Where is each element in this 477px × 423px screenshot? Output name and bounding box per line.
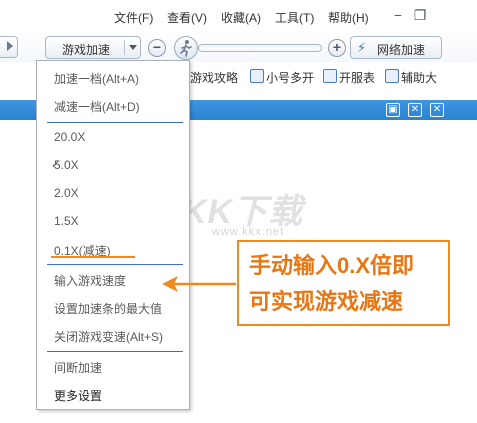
speed-mode-select[interactable]: 游戏加速 <box>45 36 141 59</box>
menu-item-disable-speed[interactable]: 关闭游戏变速(Alt+S) <box>54 328 163 345</box>
speed-slider-handle[interactable] <box>174 36 198 60</box>
menu-item-input-speed[interactable]: 输入游戏速度 <box>54 272 126 289</box>
helper-link[interactable]: 辅助大 <box>401 69 437 86</box>
menu-item-speed-5x[interactable]: ✓ 5.0X <box>51 158 79 172</box>
close-icon[interactable]: ✕ <box>408 103 422 117</box>
menu-item-more-settings[interactable]: 更多设置 <box>54 387 102 404</box>
menu-file[interactable]: 文件(F) <box>114 9 153 26</box>
game-guide-link[interactable]: 游戏攻略 <box>190 69 238 86</box>
speed-dropdown-menu: 加速一档(Alt+A) 减速一档(Alt+D) 20.0X ✓ 5.0X 2.0… <box>36 60 190 410</box>
menu-item-speed-2x[interactable]: 2.0X <box>54 186 79 200</box>
menu-tools[interactable]: 工具(T) <box>275 9 314 26</box>
annotation-line-2: 可实现游戏减速 <box>249 289 404 314</box>
menu-item-speed-up[interactable]: 加速一档(Alt+A) <box>54 70 139 87</box>
menu-item-speed-20x[interactable]: 20.0X <box>54 130 85 144</box>
menu-item-intermittent[interactable]: 间断加速 <box>54 359 102 376</box>
menu-divider <box>47 351 183 352</box>
speed-increase-button[interactable]: + <box>328 39 346 57</box>
watermark-url: www.kkx.net <box>212 226 285 238</box>
menu-view[interactable]: 查看(V) <box>167 9 207 26</box>
toolbar-left-button[interactable] <box>0 36 18 58</box>
helper-icon <box>385 69 399 83</box>
highlight-underline <box>51 256 135 258</box>
annotation-arrow-icon <box>162 276 236 292</box>
menu-item-slow-down[interactable]: 减速一档(Alt+D) <box>54 98 140 115</box>
annotation-callout: 手动输入0.X倍即 可实现游戏减速 <box>237 240 450 326</box>
menu-divider <box>47 122 183 123</box>
multi-account-link[interactable]: 小号多开 <box>266 69 314 86</box>
menu-item-set-max[interactable]: 设置加速条的最大值 <box>54 300 162 317</box>
lightning-icon: ⚡ <box>357 40 367 55</box>
toolbar: 游戏加速 − + ⚡ 网络加速 <box>0 32 477 62</box>
menu-divider <box>47 264 183 265</box>
select-divider <box>124 40 125 55</box>
close-panel-icon[interactable]: ✕ <box>430 103 444 117</box>
chevron-down-icon <box>129 45 137 50</box>
server-list-icon <box>323 69 337 83</box>
network-accel-label: 网络加速 <box>377 43 426 57</box>
server-list-link[interactable]: 开服表 <box>339 69 375 86</box>
minimize-button[interactable]: − <box>390 7 406 23</box>
maximize-button[interactable]: ❐ <box>412 7 428 23</box>
menu-item-speed-1-5x[interactable]: 1.5X <box>54 214 79 228</box>
speed-mode-label: 游戏加速 <box>62 43 111 57</box>
menu-help[interactable]: 帮助(H) <box>328 9 369 26</box>
speed-decrease-button[interactable]: − <box>148 39 166 57</box>
play-icon <box>7 41 13 51</box>
check-icon: ✓ <box>51 159 61 171</box>
runner-icon <box>180 40 192 57</box>
annotation-line-1: 手动输入0.X倍即 <box>249 253 415 278</box>
menu-favorites[interactable]: 收藏(A) <box>221 9 261 26</box>
multi-account-icon <box>250 69 264 83</box>
menu-bar: 文件(F) 查看(V) 收藏(A) 工具(T) 帮助(H) − ❐ <box>0 0 477 32</box>
speed-slider-track[interactable] <box>198 44 322 52</box>
network-accel-button[interactable]: ⚡ 网络加速 <box>350 36 442 59</box>
restore-icon[interactable]: ▣ <box>386 103 400 117</box>
